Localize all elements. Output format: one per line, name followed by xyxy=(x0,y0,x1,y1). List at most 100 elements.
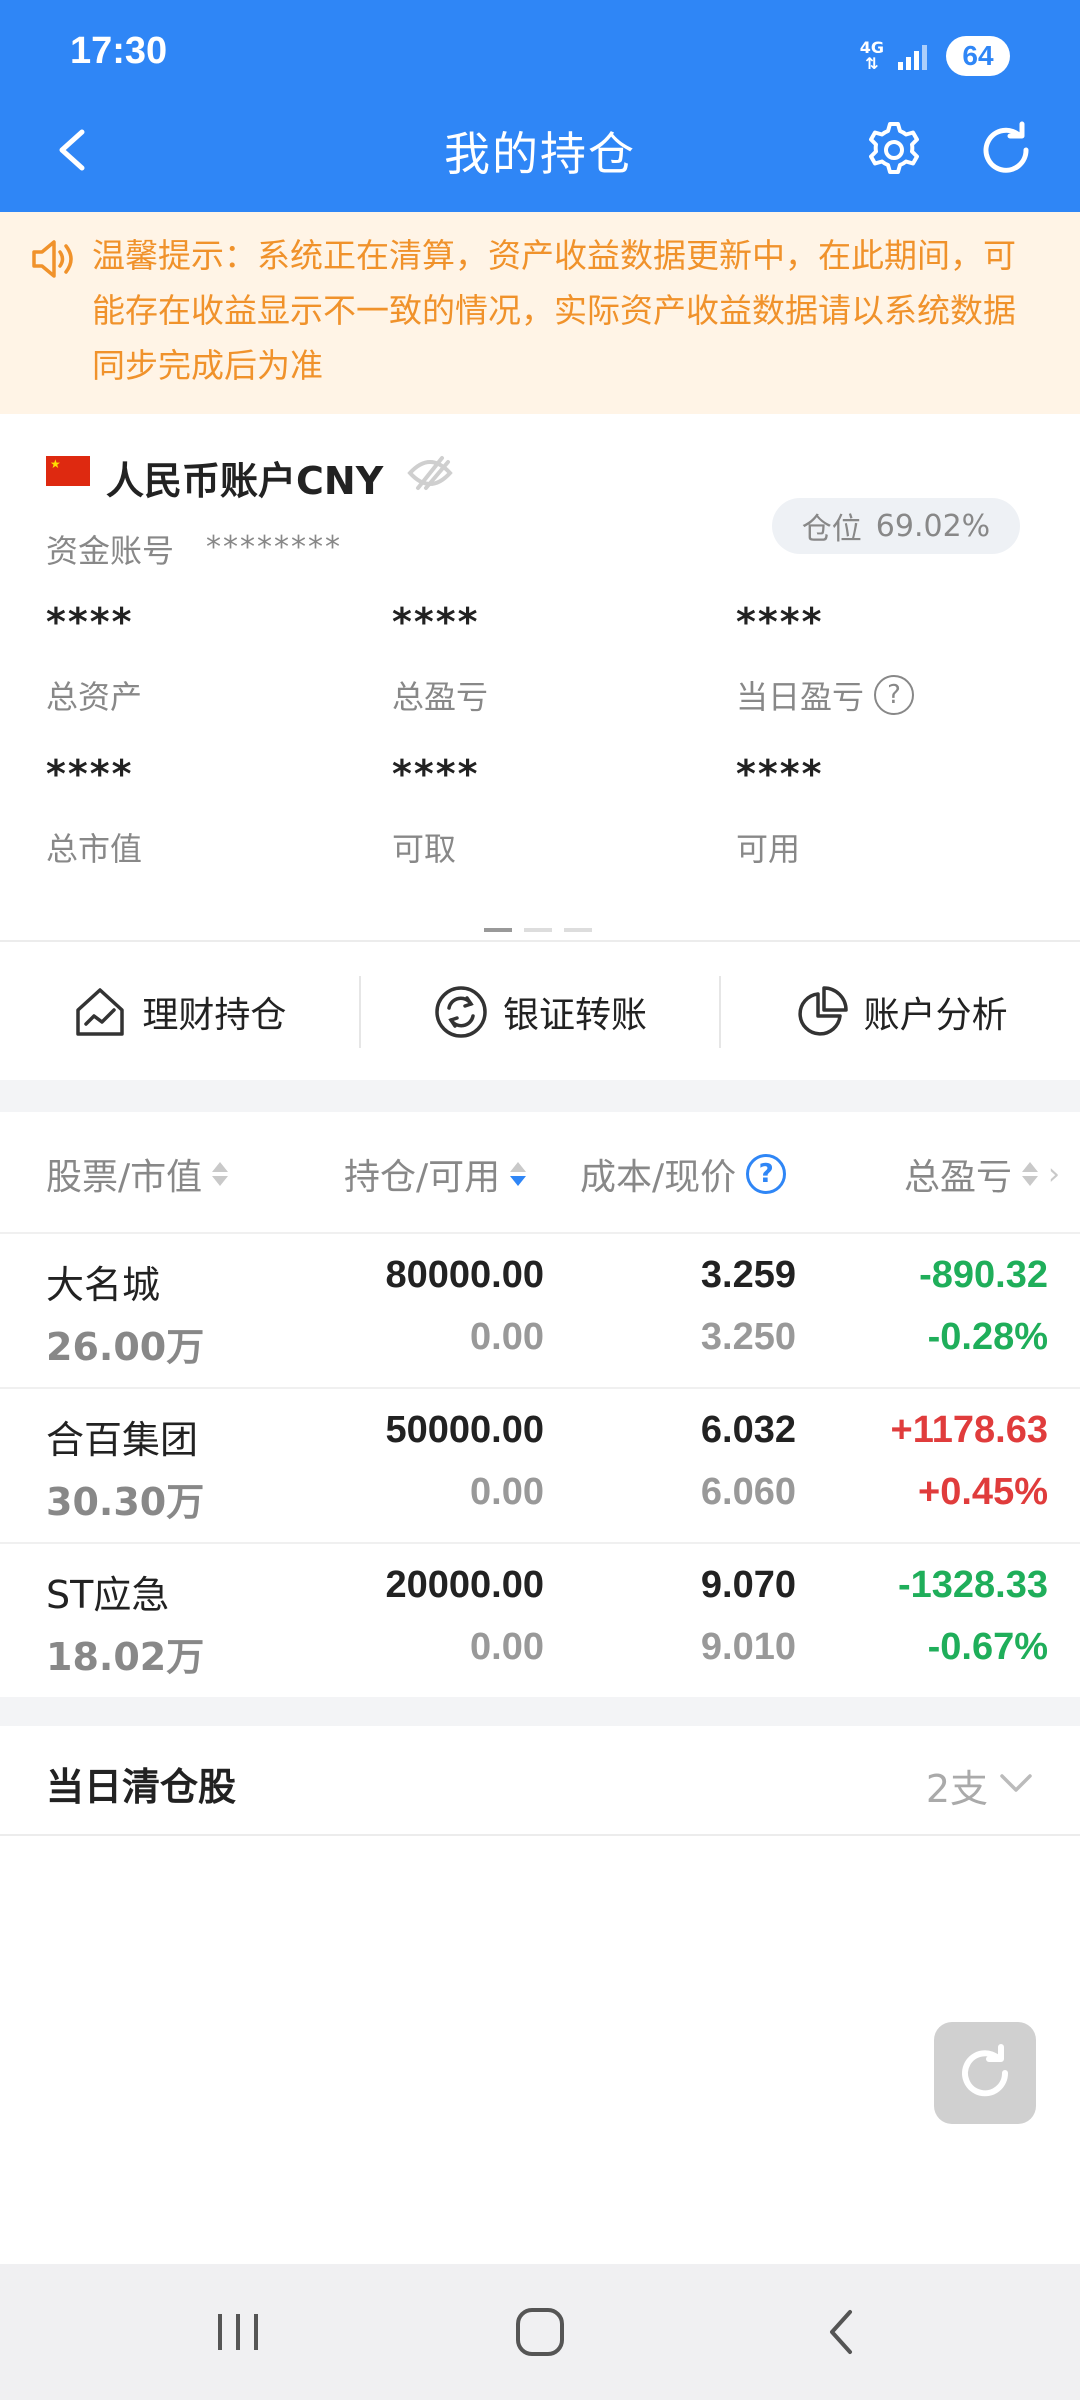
recent-apps-icon[interactable] xyxy=(208,2304,268,2360)
stat-daily-pnl: **** 当日盈亏 ? xyxy=(736,600,1036,718)
closed-positions-title: 当日清仓股 xyxy=(46,1765,237,1809)
available-qty: 0.00 xyxy=(470,1626,544,1668)
action-label: 账户分析 xyxy=(863,995,1008,1036)
available-qty: 0.00 xyxy=(470,1316,544,1358)
status-time: 17:30 xyxy=(70,30,168,72)
status-icons: 4G ⇅ 64 xyxy=(860,36,1010,76)
stat-value: **** xyxy=(392,752,480,796)
page-dot xyxy=(484,928,512,932)
network-indicator: 4G ⇅ xyxy=(860,40,884,72)
refresh-icon[interactable] xyxy=(974,118,1038,182)
stat-value: **** xyxy=(392,600,480,644)
chevron-right-icon: › xyxy=(1048,1156,1061,1192)
sort-icon xyxy=(1022,1162,1039,1186)
china-flag-icon: ★ xyxy=(46,456,90,486)
page-indicator xyxy=(484,928,592,932)
market-value: 26.00万 xyxy=(46,1325,205,1369)
stock-name: ST应急 xyxy=(46,1573,170,1617)
stat-value: **** xyxy=(736,600,824,644)
stock-name: 合百集团 xyxy=(46,1418,199,1462)
data-arrows-icon: ⇅ xyxy=(865,54,879,73)
pie-chart-icon xyxy=(798,986,848,1036)
gear-icon[interactable] xyxy=(862,118,926,182)
house-chart-icon xyxy=(76,988,125,1036)
account-analysis-button[interactable]: 账户分析 xyxy=(721,976,1080,1048)
market-value: 30.30万 xyxy=(46,1480,205,1524)
position-badge: 仓位 69.02% xyxy=(772,498,1020,554)
notice-text: 温馨提示：系统正在清算，资产收益数据更新中，在此期间，可能存在收益显示不一致的情… xyxy=(92,236,1016,385)
divider xyxy=(0,940,1080,942)
current-price: 9.010 xyxy=(700,1626,796,1668)
refresh-icon xyxy=(962,2044,1009,2097)
stat-label: 当日盈亏 xyxy=(736,678,865,716)
column-header-holding[interactable]: 持仓/可用 xyxy=(344,1148,527,1200)
current-price: 3.250 xyxy=(700,1316,796,1358)
column-header-cost[interactable]: 成本/现价 ? xyxy=(580,1148,787,1200)
available-qty: 0.00 xyxy=(470,1471,544,1513)
page-dot xyxy=(564,928,592,932)
wealth-holdings-button[interactable]: 理财持仓 xyxy=(0,976,359,1048)
notice-banner: 温馨提示：系统正在清算，资产收益数据更新中，在此期间，可能存在收益显示不一致的情… xyxy=(0,212,1080,414)
position-value: 69.02% xyxy=(875,508,991,544)
stat-total-assets: **** 总资产 xyxy=(46,600,346,718)
position-label: 仓位 xyxy=(801,512,862,547)
account-name: 人民币账户CNY xyxy=(106,459,384,503)
stat-label: 总资产 xyxy=(46,678,143,716)
hidden-eye-icon[interactable] xyxy=(406,454,454,492)
table-row[interactable]: ST应急 18.02万 20000.00 0.00 9.070 9.010 -1… xyxy=(0,1542,1080,1697)
stat-label: 总盈亏 xyxy=(392,678,489,716)
column-label: 成本/现价 xyxy=(580,1157,737,1198)
stat-withdrawable: **** 可取 xyxy=(392,752,692,870)
column-header-stock[interactable]: 股票/市值 xyxy=(46,1148,229,1200)
closed-positions-row[interactable]: 当日清仓股 2支 xyxy=(0,1726,1080,1836)
app-header: 17:30 4G ⇅ 64 我的持仓 xyxy=(0,0,1080,212)
sort-icon xyxy=(212,1162,229,1186)
cost-price: 6.032 xyxy=(700,1409,796,1451)
floating-refresh-button[interactable] xyxy=(934,2022,1036,2124)
column-label: 股票/市值 xyxy=(46,1157,203,1198)
system-navigation-bar xyxy=(0,2264,1080,2400)
column-header-pnl[interactable]: 总盈亏 › xyxy=(904,1148,1060,1200)
battery-icon: 64 xyxy=(946,36,1010,76)
action-label: 银证转账 xyxy=(503,995,648,1036)
nav-back-icon[interactable] xyxy=(812,2304,872,2360)
column-label: 总盈亏 xyxy=(904,1157,1013,1198)
account-summary-card: ★ 人民币账户CNY 资金账号 ******** 仓位 69.02% **** … xyxy=(0,414,1080,942)
closed-positions-count: 2支 xyxy=(925,1767,988,1811)
stat-market-value: **** 总市值 xyxy=(46,752,346,870)
help-icon[interactable]: ? xyxy=(874,675,915,715)
signal-icon xyxy=(898,45,927,70)
action-bar: 理财持仓 银证转账 账户分析 xyxy=(0,944,1080,1080)
table-row[interactable]: 大名城 26.00万 80000.00 0.00 3.259 3.250 -89… xyxy=(0,1232,1080,1387)
page-dot xyxy=(524,928,552,932)
holdings-table-body: 大名城 26.00万 80000.00 0.00 3.259 3.250 -89… xyxy=(0,1232,1080,1697)
stat-value: **** xyxy=(46,752,134,796)
holding-qty: 50000.00 xyxy=(385,1409,545,1451)
section-gap xyxy=(0,1080,1080,1112)
holding-qty: 80000.00 xyxy=(385,1254,545,1296)
stat-value: **** xyxy=(736,752,824,796)
pnl-percent: -0.28% xyxy=(927,1316,1048,1358)
holdings-table-header: 股票/市值 持仓/可用 成本/现价 ? 总盈亏 › xyxy=(0,1112,1080,1232)
home-icon[interactable] xyxy=(510,2304,570,2360)
pnl-percent: -0.67% xyxy=(927,1626,1048,1668)
pnl-percent: +0.45% xyxy=(918,1471,1048,1513)
total-pnl: -890.32 xyxy=(919,1254,1048,1296)
stat-value: **** xyxy=(46,600,134,644)
action-label: 理财持仓 xyxy=(142,995,287,1036)
fund-account-value: ******** xyxy=(206,530,342,565)
transfer-icon xyxy=(435,986,487,1038)
help-icon[interactable]: ? xyxy=(746,1154,787,1194)
stock-name: 大名城 xyxy=(46,1263,161,1307)
market-value: 18.02万 xyxy=(46,1635,205,1679)
stat-available: **** 可用 xyxy=(736,752,1036,870)
table-row[interactable]: 合百集团 30.30万 50000.00 0.00 6.032 6.060 +1… xyxy=(0,1387,1080,1542)
total-pnl: -1328.33 xyxy=(897,1564,1048,1606)
section-gap xyxy=(0,1697,1080,1726)
stat-label: 可取 xyxy=(392,830,457,868)
bank-transfer-button[interactable]: 银证转账 xyxy=(361,976,720,1048)
stat-label: 总市值 xyxy=(46,830,143,868)
total-pnl: +1178.63 xyxy=(890,1409,1048,1451)
current-price: 6.060 xyxy=(700,1471,796,1513)
stat-label: 可用 xyxy=(736,830,801,868)
